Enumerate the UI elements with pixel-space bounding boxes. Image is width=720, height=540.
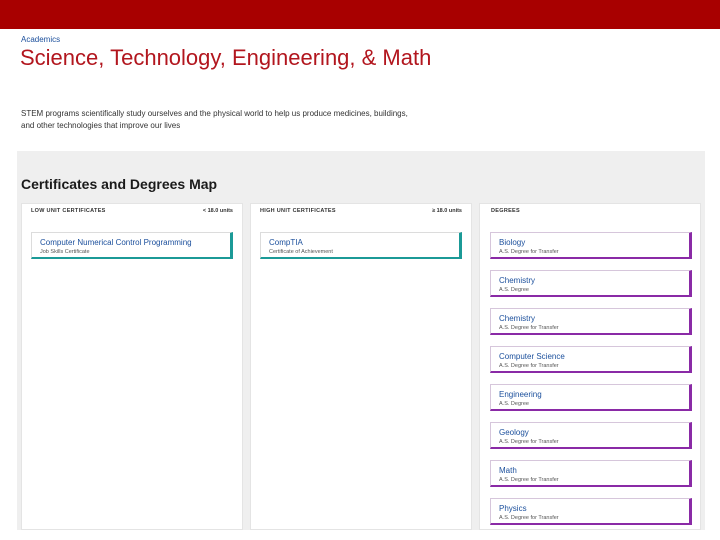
- map-title: Certificates and Degrees Map: [21, 176, 218, 192]
- column-units: ≥ 18.0 units: [432, 208, 462, 214]
- column-heading: LOW UNIT CERTIFICATES: [31, 208, 106, 214]
- program-subtitle: A.S. Degree for Transfer: [499, 325, 559, 331]
- program-card-geology[interactable]: Geology A.S. Degree for Transfer: [490, 422, 692, 449]
- program-title: Math: [499, 466, 517, 475]
- program-subtitle: A.S. Degree for Transfer: [499, 439, 559, 445]
- program-card-biology[interactable]: Biology A.S. Degree for Transfer: [490, 232, 692, 259]
- program-subtitle: A.S. Degree for Transfer: [499, 249, 559, 255]
- program-title: CompTIA: [269, 238, 303, 247]
- card-clip: CompTIA Certificate of Achievement: [260, 232, 465, 259]
- column-units: < 18.0 units: [202, 208, 233, 214]
- program-card-chemistry-as[interactable]: Chemistry A.S. Degree: [490, 270, 692, 297]
- page-intro: STEM programs scientifically study ourse…: [21, 109, 408, 130]
- program-card-math[interactable]: Math A.S. Degree for Transfer: [490, 460, 692, 487]
- program-subtitle: A.S. Degree for Transfer: [499, 477, 559, 483]
- program-subtitle: A.S. Degree for Transfer: [499, 515, 559, 521]
- column-heading: HIGH UNIT CERTIFICATES: [260, 208, 336, 214]
- top-header-bar: [0, 0, 720, 29]
- program-card[interactable]: Computer Numerical Control Programming J…: [31, 232, 233, 259]
- program-subtitle: Job Skills Certificate: [40, 249, 90, 255]
- column-heading: DEGREES: [491, 208, 520, 214]
- program-card-physics[interactable]: Physics A.S. Degree for Transfer: [490, 498, 692, 525]
- breadcrumb-academics[interactable]: Academics: [21, 35, 60, 44]
- program-subtitle: Certificate of Achievement: [269, 249, 333, 255]
- program-title: Engineering: [499, 390, 542, 399]
- program-card-computer-science[interactable]: Computer Science A.S. Degree for Transfe…: [490, 346, 692, 373]
- program-card[interactable]: CompTIA Certificate of Achievement: [260, 232, 462, 259]
- program-subtitle: A.S. Degree for Transfer: [499, 363, 559, 369]
- program-title: Chemistry: [499, 314, 536, 323]
- program-card-chemistry-ast[interactable]: Chemistry A.S. Degree for Transfer: [490, 308, 692, 335]
- program-title: Chemistry: [499, 276, 536, 285]
- program-card-engineering[interactable]: Engineering A.S. Degree: [490, 384, 692, 411]
- program-title: Physics: [499, 504, 527, 513]
- program-subtitle: A.S. Degree: [499, 287, 529, 293]
- program-title: Geology: [499, 428, 529, 437]
- program-title: Computer Science: [499, 352, 565, 361]
- page-title: Science, Technology, Engineering, & Math: [20, 45, 432, 70]
- card-clip: Computer Numerical Control Programming J…: [31, 232, 236, 259]
- program-title: Biology: [499, 238, 526, 247]
- program-title: Computer Numerical Control Programming: [40, 238, 192, 247]
- program-subtitle: A.S. Degree: [499, 401, 529, 407]
